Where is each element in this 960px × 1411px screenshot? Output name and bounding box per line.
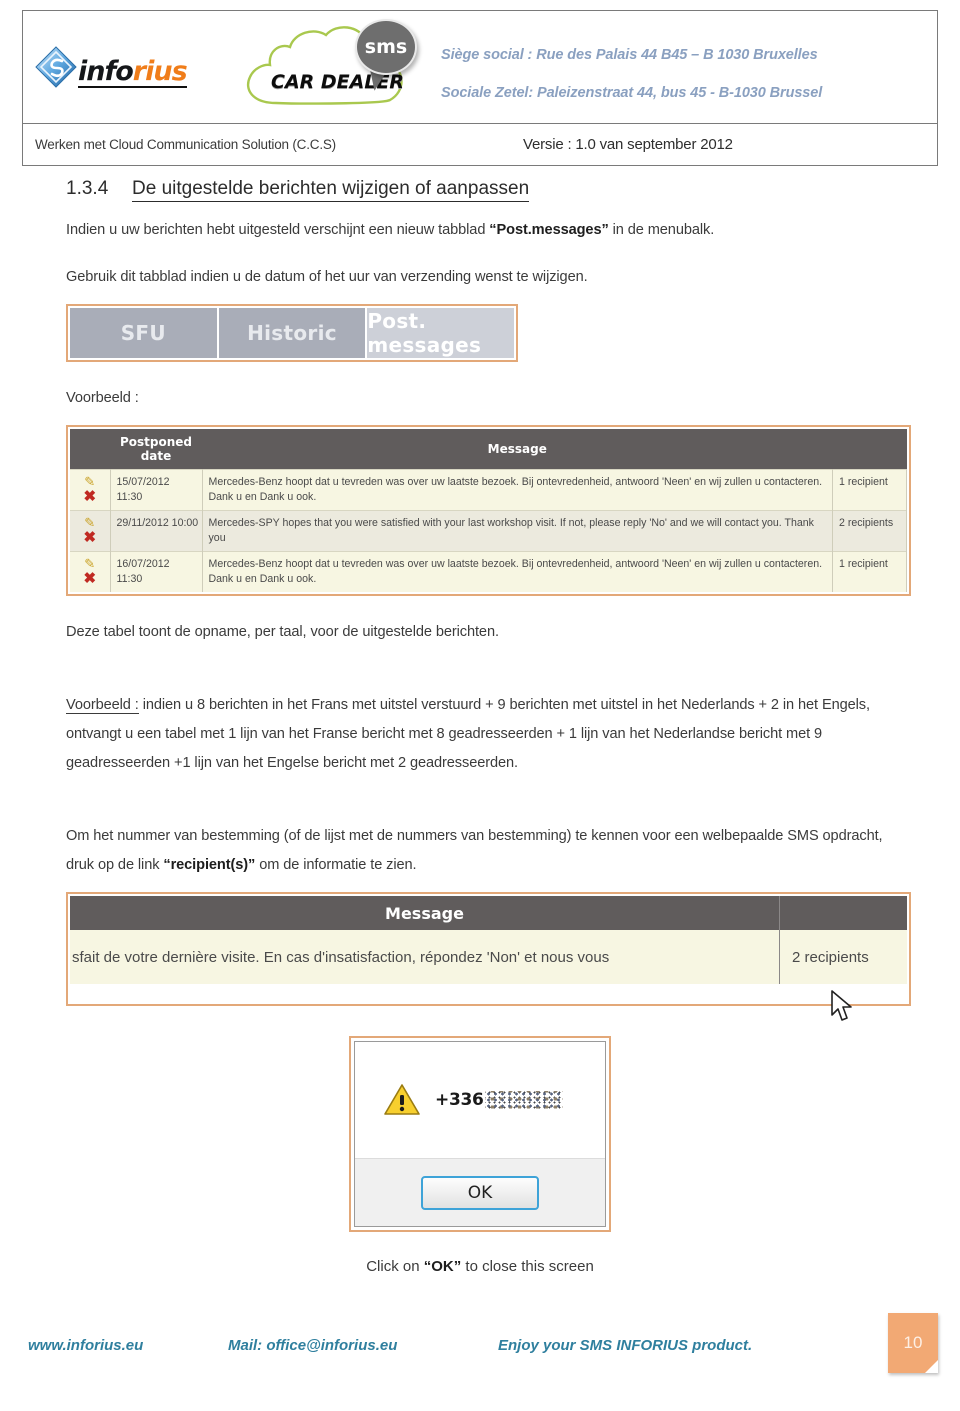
brand-info: info bbox=[78, 56, 134, 87]
caption-text-b: to close this screen bbox=[461, 1258, 594, 1275]
row-message: Mercedes-Benz hoopt dat u tevreden was o… bbox=[202, 469, 833, 511]
section-number: 1.3.4 bbox=[66, 178, 109, 199]
row-actions: ✎ ✖ bbox=[70, 469, 111, 511]
footer-website-link[interactable]: www.inforius.eu bbox=[28, 1337, 228, 1354]
col-postponed-date: Postponed date bbox=[110, 429, 202, 470]
warning-triangle-icon bbox=[383, 1083, 421, 1117]
redacted-digits bbox=[484, 1091, 563, 1109]
screenshot-tabbar: SFU Historic Post. messages bbox=[66, 304, 518, 362]
pencil-icon[interactable]: ✎ bbox=[84, 475, 95, 488]
screenshot-recipients-row: Message sfait de votre dernière visite. … bbox=[66, 892, 911, 1021]
row-date: 16/07/2012 11:30 bbox=[110, 551, 203, 592]
recipients-message-text: sfait de votre dernière visite. En cas d… bbox=[72, 948, 610, 966]
example2-label: Voorbeeld : bbox=[66, 697, 139, 714]
screenshot-postponed-table: Postponed date Message ✎ ✖ 15/07/2012 11… bbox=[66, 425, 911, 596]
recipients-table-footer bbox=[70, 984, 907, 1002]
dialog-phone-number: +336 bbox=[435, 1090, 563, 1110]
dialog-footer: OK bbox=[355, 1158, 605, 1226]
inforius-wordmark: inforius bbox=[78, 56, 188, 88]
pencil-icon[interactable]: ✎ bbox=[84, 557, 95, 570]
ok-button[interactable]: OK bbox=[421, 1175, 539, 1210]
brand-rius: rius bbox=[132, 56, 188, 87]
pencil-icon[interactable]: ✎ bbox=[84, 516, 95, 529]
row-date: 15/07/2012 11:30 bbox=[110, 469, 203, 511]
paragraph-example-2: Voorbeeld : indien u 8 berichten in het … bbox=[0, 691, 960, 778]
section-title: De uitgestelde berichten wijzigen of aan… bbox=[132, 178, 530, 202]
recipients-table-header: Message bbox=[70, 896, 907, 930]
example2-text: indien u 8 berichten in het Frans met ui… bbox=[66, 697, 870, 771]
recipients-header-message: Message bbox=[385, 903, 464, 923]
tab-sfu[interactable]: SFU bbox=[70, 308, 217, 358]
document-version: Versie : 1.0 van september 2012 bbox=[523, 136, 733, 153]
document-body: 1.3.4 De uitgestelde berichten wijzigen … bbox=[0, 178, 960, 1290]
tabbar: SFU Historic Post. messages bbox=[70, 308, 515, 358]
inforius-logo: inforius bbox=[35, 46, 188, 88]
row-actions: ✎ ✖ bbox=[70, 510, 111, 552]
footer-row: www.inforius.eu Mail: office@inforius.eu… bbox=[0, 1313, 960, 1373]
recipients-header-spacer bbox=[779, 896, 907, 930]
recipients-text-b: om de informatie te zien. bbox=[255, 857, 417, 873]
document-page: inforius CAR DEALER sms Siège social : R… bbox=[0, 0, 960, 1411]
postponed-messages-table: Postponed date Message ✎ ✖ 15/07/2012 11… bbox=[70, 429, 907, 592]
example-label: Voorbeeld : bbox=[66, 390, 139, 406]
row-message: Mercedes-SPY hopes that you were satisfi… bbox=[202, 510, 833, 552]
mouse-pointer-icon bbox=[830, 990, 856, 1029]
caption-ok: “OK” bbox=[423, 1258, 462, 1275]
tab-historic[interactable]: Historic bbox=[216, 308, 366, 358]
red-x-icon[interactable]: ✖ bbox=[83, 571, 96, 586]
col-actions bbox=[70, 429, 110, 470]
document-footer: www.inforius.eu Mail: office@inforius.eu… bbox=[0, 1313, 960, 1385]
tab-post-messages[interactable]: Post. messages bbox=[365, 308, 515, 358]
paragraph-intro: Indien u uw berichten hebt uitgesteld ve… bbox=[0, 216, 960, 245]
inforius-diamond-icon bbox=[35, 46, 77, 88]
recipients-count-link[interactable]: 2 recipients bbox=[779, 930, 907, 984]
inforius-logo-block: inforius bbox=[23, 11, 238, 123]
document-subject: Werken met Cloud Communication Solution … bbox=[35, 137, 336, 152]
paragraph-recipients: Om het nummer van bestemming (of de lijs… bbox=[0, 822, 960, 880]
header-bottom-row: Werken met Cloud Communication Solution … bbox=[23, 123, 937, 165]
red-x-icon[interactable]: ✖ bbox=[83, 489, 96, 504]
address-line-fr: Siège social : Rue des Palais 44 B45 – B… bbox=[441, 47, 818, 63]
header-top-row: inforius CAR DEALER sms Siège social : R… bbox=[23, 11, 937, 123]
sms-bubble-icon: sms bbox=[355, 19, 417, 75]
table-row: ✎ ✖ 29/11/2012 10:00 Mercedes-SPY hopes … bbox=[70, 510, 907, 552]
paragraph-intro-2: Gebruik dit tabblad indien u de datum of… bbox=[66, 269, 588, 285]
company-address-block: Siège social : Rue des Palais 44 B45 – B… bbox=[423, 33, 937, 101]
row-recipients[interactable]: 2 recipients bbox=[832, 510, 907, 552]
intro-text-a: Indien u uw berichten hebt uitgesteld ve… bbox=[66, 222, 490, 238]
dialog-caption: Click on “OK” to close this screen bbox=[0, 1258, 960, 1275]
page-number-badge: 10 bbox=[888, 1313, 938, 1373]
recipients-link-name: “recipient(s)” bbox=[163, 857, 256, 873]
caption-table: Deze tabel toont de opname, per taal, vo… bbox=[66, 624, 499, 640]
section-heading: 1.3.4 De uitgestelde berichten wijzigen … bbox=[0, 178, 960, 202]
sms-label: sms bbox=[364, 36, 408, 58]
row-message: Mercedes-Benz hoopt dat u tevreden was o… bbox=[202, 551, 833, 592]
table-row: ✎ ✖ 16/07/2012 11:30 Mercedes-Benz hoopt… bbox=[70, 551, 907, 592]
dialog-body: +336 bbox=[355, 1042, 605, 1158]
dialog-window: +336 OK bbox=[354, 1041, 606, 1227]
intro-tab-name: “Post.messages” bbox=[489, 222, 609, 238]
col-message: Message bbox=[202, 429, 833, 470]
recipients-table-body: sfait de votre dernière visite. En cas d… bbox=[70, 930, 907, 984]
table-header-row: Postponed date Message bbox=[70, 429, 907, 470]
table-row: ✎ ✖ 15/07/2012 11:30 Mercedes-Benz hoopt… bbox=[70, 469, 907, 511]
footer-mail-link[interactable]: Mail: office@inforius.eu bbox=[228, 1337, 498, 1354]
row-date: 29/11/2012 10:00 bbox=[110, 510, 203, 552]
red-x-icon[interactable]: ✖ bbox=[83, 530, 96, 545]
screenshot-ok-dialog: +336 OK bbox=[349, 1036, 611, 1232]
row-recipients[interactable]: 1 recipient bbox=[832, 469, 907, 511]
intro-text-b: in de menubalk. bbox=[608, 222, 715, 238]
dialog-number-prefix: +336 bbox=[435, 1090, 484, 1110]
car-dealer-cloud-logo: CAR DEALER sms bbox=[238, 13, 423, 121]
row-recipients[interactable]: 1 recipient bbox=[832, 551, 907, 592]
document-header: inforius CAR DEALER sms Siège social : R… bbox=[22, 10, 938, 166]
footer-slogan: Enjoy your SMS INFORIUS product. bbox=[498, 1336, 753, 1354]
caption-text-a: Click on bbox=[366, 1258, 424, 1275]
row-actions: ✎ ✖ bbox=[70, 551, 111, 592]
address-line-nl: Sociale Zetel: Paleizenstraat 44, bus 45… bbox=[441, 85, 823, 101]
col-recipients bbox=[832, 429, 907, 470]
